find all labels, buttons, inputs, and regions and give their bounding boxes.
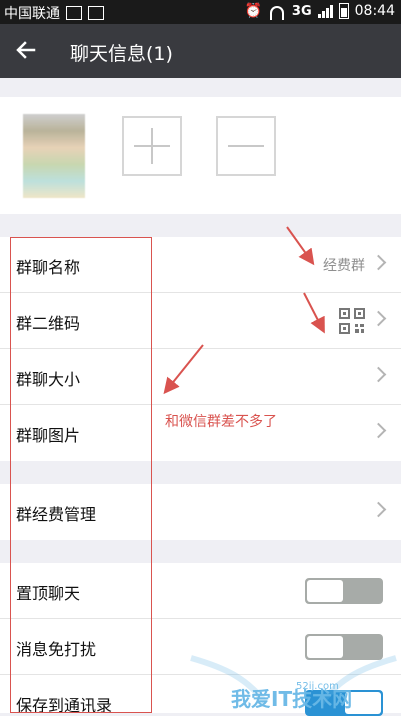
- annotation-text: 和微信群差不多了: [165, 414, 277, 430]
- chevron-right-icon: [370, 310, 387, 327]
- row-label: 群二维码: [16, 314, 81, 333]
- battery-icon: [338, 3, 349, 19]
- time-label: 08:44: [354, 3, 395, 19]
- save-contacts-toggle[interactable]: [305, 690, 383, 716]
- row-label: 消息免打扰: [16, 640, 97, 659]
- pin-chat-toggle[interactable]: [305, 578, 383, 604]
- settings-row-group-size[interactable]: 群聊大小: [0, 349, 401, 405]
- member-avatar[interactable]: [23, 114, 85, 198]
- notification-icon: [66, 6, 82, 20]
- network-type: 3G: [291, 3, 312, 19]
- image-icon: [88, 6, 104, 20]
- settings-row-fund-management[interactable]: 群经费管理: [0, 484, 401, 540]
- add-member-button[interactable]: [122, 116, 182, 176]
- chevron-right-icon: [370, 254, 387, 271]
- settings-row-pin-chat[interactable]: 置顶聊天: [0, 563, 401, 619]
- row-label: 群聊图片: [16, 426, 81, 445]
- row-label: 群聊名称: [16, 258, 81, 277]
- members-panel: [0, 97, 401, 214]
- settings-row-save-contacts[interactable]: 保存到通讯录: [0, 675, 401, 716]
- carrier-label: 中国联通: [4, 6, 60, 22]
- chevron-right-icon: [370, 366, 387, 383]
- alarm-icon: ⏰: [244, 3, 262, 19]
- signal-icon: [317, 4, 333, 18]
- row-label: 置顶聊天: [16, 584, 81, 603]
- page-title: 聊天信息(1): [70, 43, 173, 65]
- wifi-icon: [268, 4, 286, 20]
- settings-row-mute[interactable]: 消息免打扰: [0, 619, 401, 675]
- status-bar: 中国联通 ⏰ 3G 08:44: [0, 0, 401, 24]
- row-label: 群经费管理: [16, 505, 97, 524]
- remove-member-button[interactable]: [216, 116, 276, 176]
- back-arrow-icon[interactable]: [12, 36, 40, 64]
- settings-row-group-qr[interactable]: 群二维码: [0, 293, 401, 349]
- mute-toggle[interactable]: [305, 634, 383, 660]
- title-bar: 聊天信息(1): [0, 24, 401, 78]
- minus-icon: [228, 145, 264, 147]
- row-value: 经费群: [323, 258, 365, 274]
- qr-code-icon: [339, 308, 365, 334]
- chevron-right-icon: [370, 422, 387, 439]
- settings-row-group-name[interactable]: 群聊名称 经费群: [0, 237, 401, 293]
- row-label: 群聊大小: [16, 370, 81, 389]
- row-label: 保存到通讯录: [16, 696, 113, 715]
- chevron-right-icon: [370, 501, 387, 518]
